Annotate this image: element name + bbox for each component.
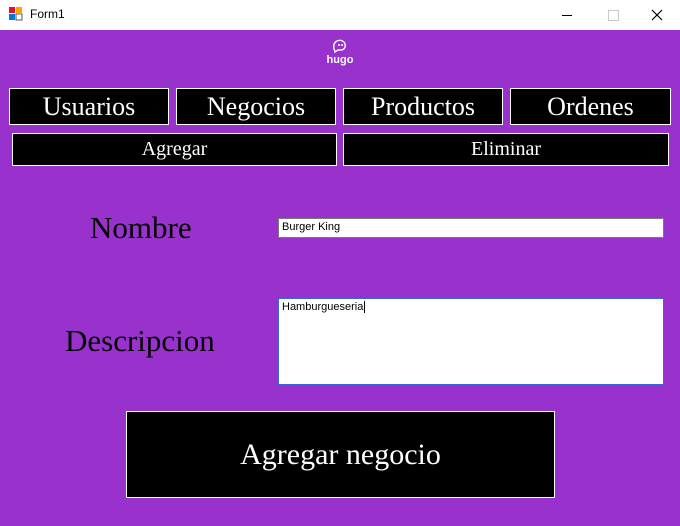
descripcion-label: Descripcion: [65, 323, 215, 358]
nombre-input-value: Burger King: [282, 221, 341, 233]
app-window: Form1 hugo Usuarios Negocios Productos O…: [0, 0, 680, 526]
agregar-negocio-button[interactable]: Agregar negocio: [126, 411, 555, 498]
hugo-ghost-icon: [332, 39, 346, 54]
maximize-icon: [607, 9, 619, 21]
window-title: Form1: [30, 7, 65, 21]
minimize-icon: [562, 14, 572, 16]
descripcion-textarea[interactable]: Hamburgueseria: [278, 298, 664, 385]
close-icon: [651, 9, 663, 21]
form-icon: [9, 7, 23, 21]
nav-usuarios-button[interactable]: Usuarios: [9, 88, 169, 125]
close-button[interactable]: [634, 0, 680, 30]
nombre-label: Nombre: [90, 210, 192, 245]
nav-productos-button[interactable]: Productos: [343, 88, 503, 125]
nav-negocios-button[interactable]: Negocios: [176, 88, 336, 125]
hugo-logo: hugo: [320, 38, 360, 72]
descripcion-textarea-value: Hamburgueseria: [282, 301, 364, 313]
logo-text: hugo: [326, 54, 354, 66]
minimize-button[interactable]: [544, 0, 590, 30]
agregar-button[interactable]: Agregar: [12, 133, 337, 166]
maximize-button[interactable]: [590, 0, 636, 30]
form-client-area: hugo Usuarios Negocios Productos Ordenes…: [0, 30, 680, 526]
nav-ordenes-button[interactable]: Ordenes: [510, 88, 671, 125]
title-bar[interactable]: Form1: [0, 0, 680, 30]
nombre-input[interactable]: Burger King: [278, 218, 664, 238]
text-caret: [364, 301, 366, 314]
eliminar-button[interactable]: Eliminar: [343, 133, 669, 166]
